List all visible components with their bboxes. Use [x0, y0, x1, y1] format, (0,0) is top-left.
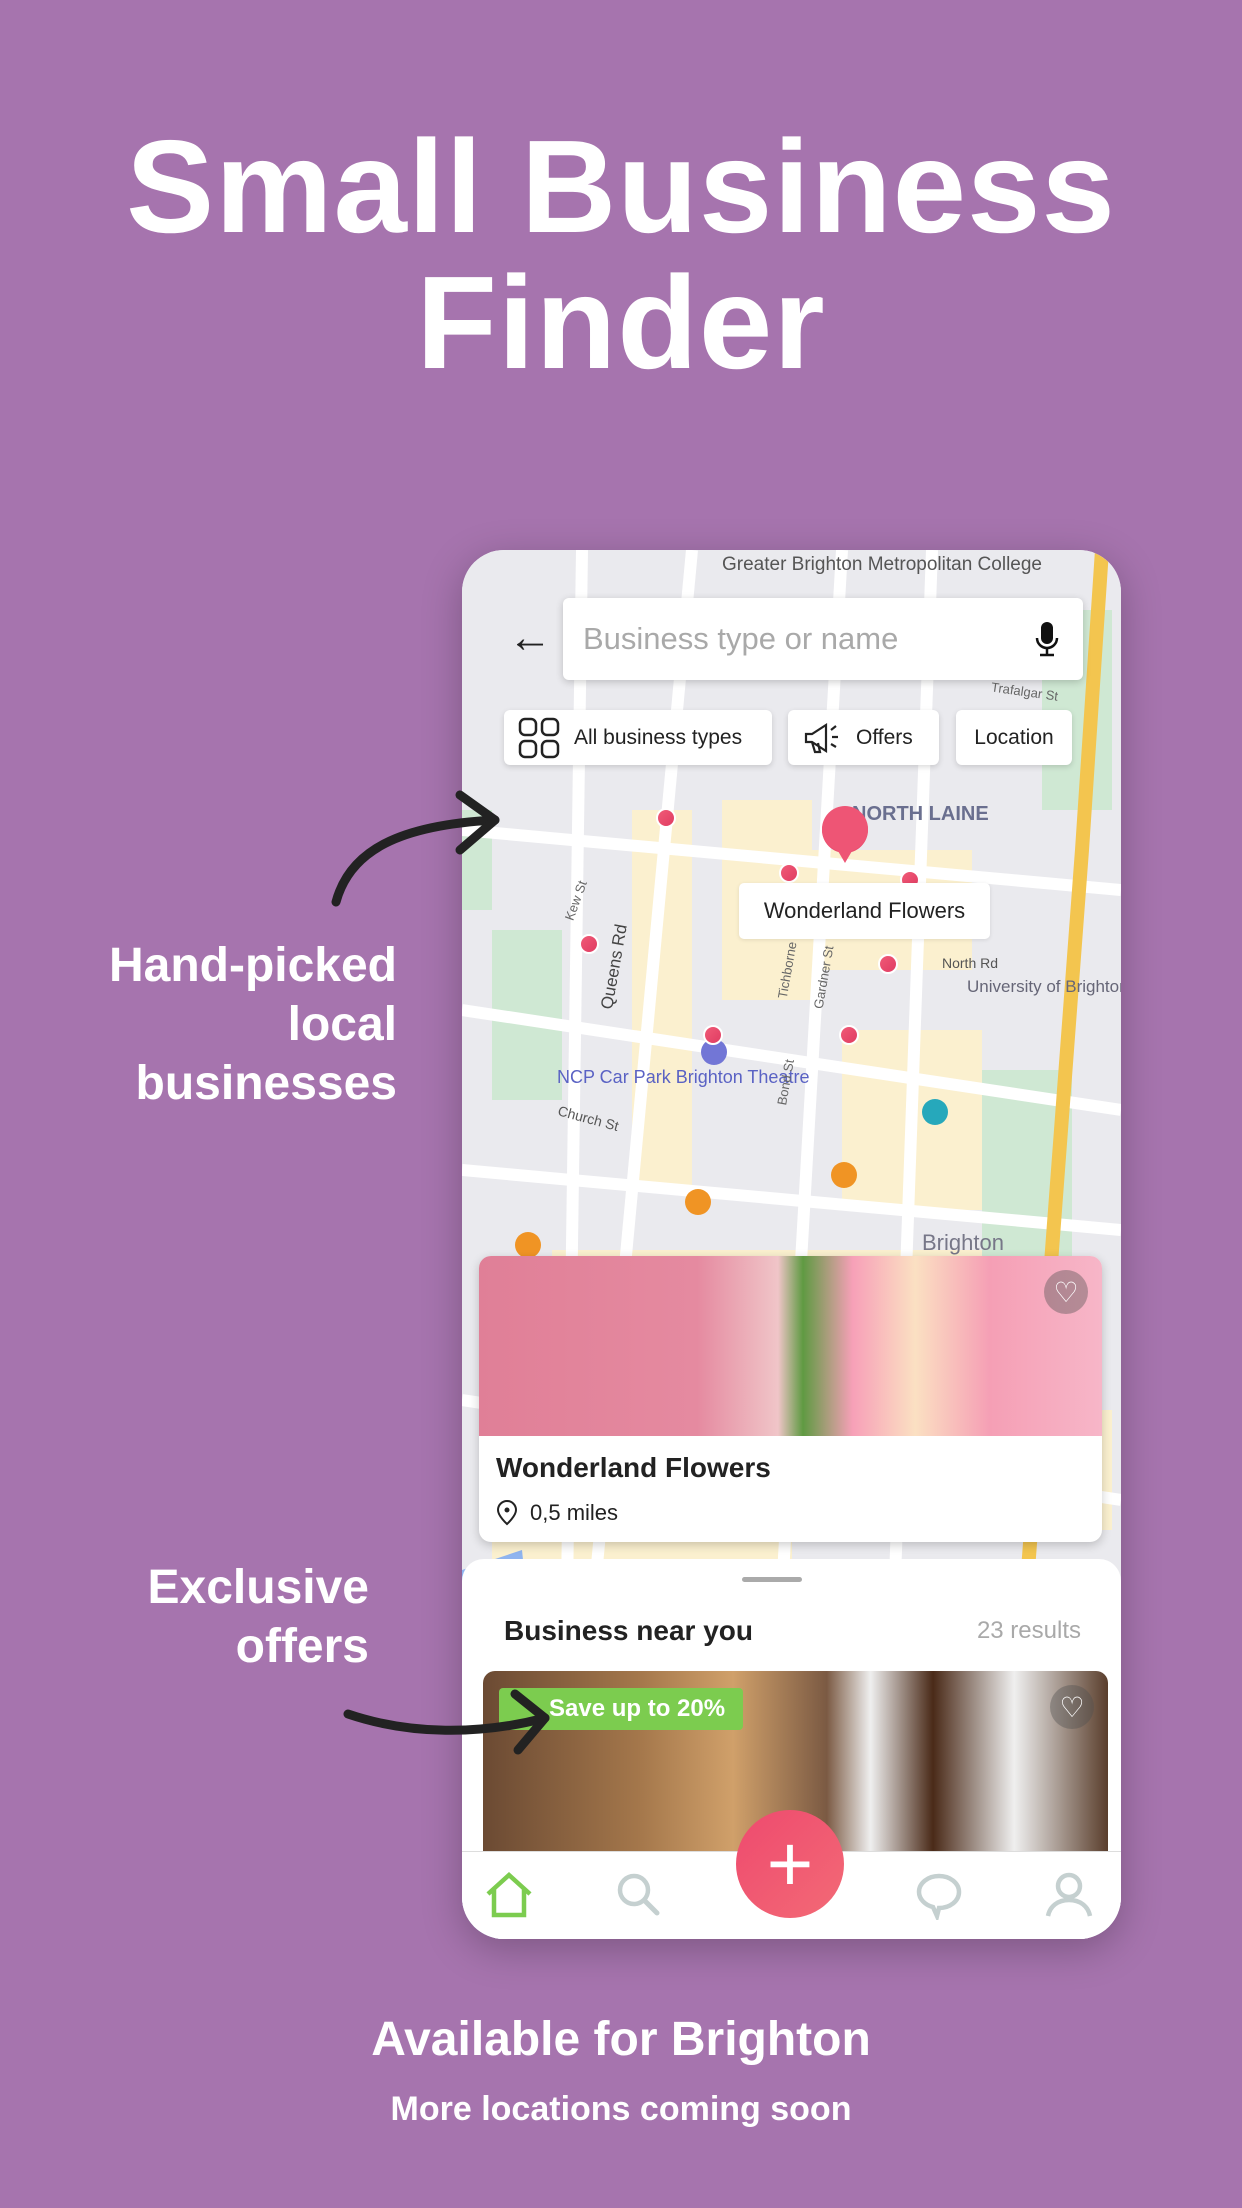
map-marker[interactable]	[703, 1025, 723, 1045]
map-marker[interactable]	[878, 954, 898, 974]
callout-line: local	[287, 998, 397, 1051]
map-label: North Rd	[942, 955, 998, 971]
museum-icon	[922, 1099, 948, 1125]
map-label: Greater Brighton Metropolitan College	[722, 554, 1042, 575]
arrow-to-offer-icon	[343, 1689, 550, 1755]
callout-line: offers	[235, 1620, 369, 1673]
sheet-drag-handle[interactable]	[742, 1577, 802, 1582]
sheet-title: Business near you	[504, 1615, 753, 1646]
business-photo: ♡	[479, 1256, 1102, 1436]
favorite-heart-icon[interactable]: ♡	[1044, 1270, 1088, 1314]
business-name: Wonderland Flowers	[496, 1452, 771, 1483]
search-icon[interactable]	[614, 1870, 664, 1920]
map-label: University of Brighton City Campus	[967, 977, 1121, 996]
chip-location[interactable]: Location	[956, 710, 1072, 765]
bottom-nav: +	[462, 1810, 1121, 1939]
arrow-to-map-icon	[331, 790, 500, 907]
selected-pin-icon[interactable]	[820, 805, 870, 867]
chat-icon[interactable]	[914, 1870, 964, 1920]
callout-line: Exclusive	[147, 1561, 369, 1614]
megaphone-icon	[804, 722, 838, 753]
bar-icon	[515, 1232, 541, 1258]
headline-line2: Finder	[416, 249, 826, 396]
chip-label: Location	[974, 725, 1054, 749]
chip-label: All business types	[574, 725, 743, 749]
chip-all-business-types[interactable]: All business types	[504, 710, 772, 765]
grid-icon	[518, 717, 560, 758]
add-button[interactable]: +	[736, 1810, 844, 1918]
distance-value: 0,5 miles	[530, 1500, 619, 1525]
coming-soon-text: More locations coming soon	[390, 2090, 852, 2128]
favorite-heart-icon[interactable]: ♡	[1050, 1685, 1094, 1729]
map-marker[interactable]	[579, 934, 599, 954]
map-label: NCP Car Park Brighton Theatre	[557, 1067, 809, 1087]
chip-label: Offers	[856, 725, 913, 749]
chip-offers[interactable]: Offers	[788, 710, 939, 765]
map-marker[interactable]	[656, 808, 676, 828]
callout-line: businesses	[135, 1057, 397, 1110]
selected-pin-label[interactable]: Wonderland Flowers	[739, 883, 990, 939]
restaurant-icon	[685, 1189, 711, 1215]
results-count: 23 results	[976, 1617, 1081, 1644]
search-placeholder: Business type or name	[583, 621, 899, 656]
home-icon[interactable]	[484, 1870, 534, 1920]
profile-icon[interactable]	[1044, 1870, 1094, 1920]
callout-local: Hand-picked local businesses	[109, 936, 397, 1113]
map-label: Brighton	[922, 1230, 1004, 1255]
availability-text: Available for Brighton	[371, 2013, 871, 2066]
cafe-icon	[831, 1162, 857, 1188]
callout-offers: Exclusive offers	[148, 1558, 369, 1676]
headline-line1: Small Business	[126, 113, 1116, 260]
map-marker[interactable]	[839, 1025, 859, 1045]
location-pin-icon	[496, 1500, 518, 1526]
map-label: NORTH LAINE	[852, 803, 989, 825]
callout-line: Hand-picked	[108, 939, 397, 992]
map-marker[interactable]	[779, 863, 799, 883]
featured-business-card[interactable]: ♡ Wonderland Flowers 0,5 miles	[479, 1256, 1102, 1542]
phone-screen: Greater Brighton Metropolitan College NO…	[462, 550, 1121, 1939]
back-arrow-icon[interactable]: ←	[508, 616, 552, 660]
microphone-icon[interactable]	[1033, 620, 1061, 658]
business-distance: 0,5 miles	[496, 1500, 618, 1526]
search-input[interactable]: Business type or name	[563, 598, 1083, 680]
